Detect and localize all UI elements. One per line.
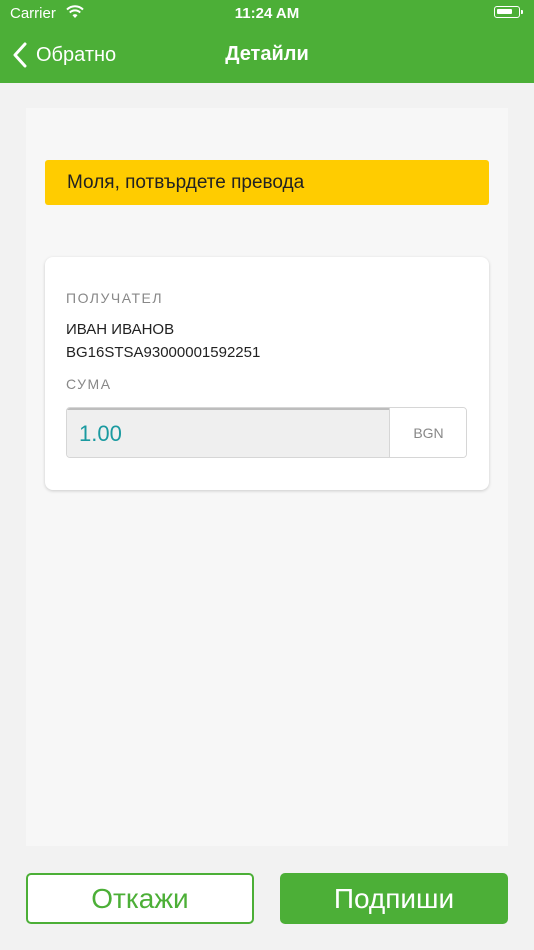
alert-message: Моля, потвърдете превода	[67, 171, 305, 193]
transfer-details-card: ПОЛУЧАТЕЛ ИВАН ИВАНОВ BG16STSA9300000159…	[45, 257, 489, 490]
recipient-name: ИВАН ИВАНОВ	[66, 321, 175, 338]
battery-icon	[494, 6, 523, 18]
amount-field: 1.00 BGN	[66, 407, 467, 458]
recipient-label: ПОЛУЧАТЕЛ	[66, 290, 164, 306]
recipient-iban: BG16STSA93000001592251	[66, 344, 261, 361]
status-bar: Carrier 11:24 AM	[0, 0, 534, 28]
sign-button[interactable]: Подпиши	[280, 873, 508, 924]
amount-value: 1.00	[67, 408, 389, 457]
amount-label: СУМА	[66, 376, 112, 392]
navigation-bar: Обратно Детайли	[0, 28, 534, 83]
cancel-button[interactable]: Откажи	[26, 873, 254, 924]
confirmation-alert: Моля, потвърдете превода	[45, 160, 489, 205]
page-title: Детайли	[225, 43, 309, 65]
currency-label: BGN	[389, 408, 466, 457]
status-time: 11:24 AM	[234, 5, 300, 22]
